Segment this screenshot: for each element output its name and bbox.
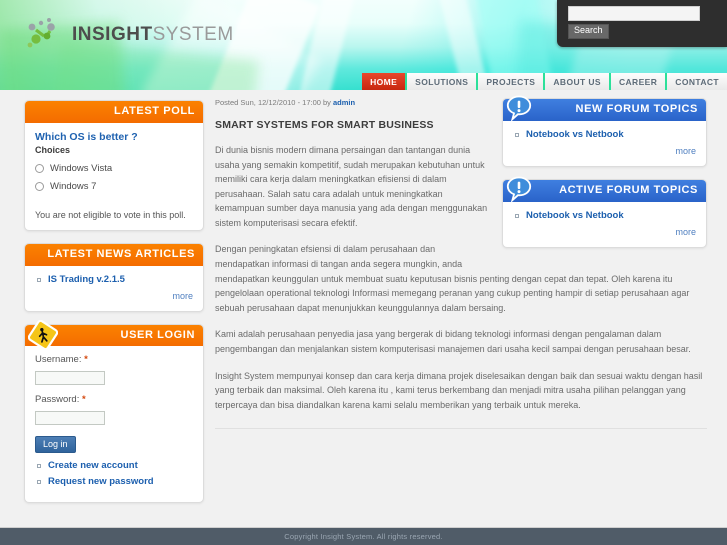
login-links: Create new account Request new password — [35, 460, 193, 487]
article-paragraph: Kami adalah perusahaan penyedia jasa yan… — [215, 329, 691, 354]
nav-item-home[interactable]: HOME — [362, 73, 406, 90]
radio-icon[interactable] — [35, 181, 44, 191]
password-input[interactable] — [35, 411, 105, 426]
content-divider — [215, 428, 707, 430]
speech-bubble-exclamation-icon — [506, 95, 532, 122]
radio-icon[interactable] — [35, 163, 44, 173]
list-item[interactable]: Create new account — [35, 460, 193, 471]
request-new-password-link[interactable]: Request new password — [48, 476, 154, 487]
list-item[interactable]: IS Trading v.2.1.5 — [35, 274, 193, 285]
latest-news-body: IS Trading v.2.1.5 more — [25, 266, 203, 311]
bullet-square-icon — [37, 464, 41, 469]
post-meta-text: Posted Sun, 12/12/2010 - 17:00 by — [215, 98, 331, 107]
forum-topic-link[interactable]: Notebook vs Netbook — [526, 129, 624, 140]
left-sidebar: LATEST POLL Which OS is better ? Choices… — [24, 100, 204, 515]
post-author-link[interactable]: admin — [333, 98, 355, 107]
list-item[interactable]: Notebook vs Netbook — [513, 129, 696, 140]
nav-item-about-us[interactable]: ABOUT US — [543, 73, 609, 90]
logo-text-primary: INSIGHT — [72, 23, 153, 45]
username-label: Username: * — [35, 354, 193, 365]
new-forum-more-link[interactable]: more — [513, 146, 696, 156]
required-mark: * — [84, 354, 88, 366]
page-body: LATEST POLL Which OS is better ? Choices… — [0, 90, 727, 527]
nav-item-contact[interactable]: CONTACT — [665, 73, 727, 90]
bullet-square-icon — [37, 277, 41, 282]
main-navigation: HOME SOLUTIONS PROJECTS ABOUT US CAREER … — [362, 73, 727, 90]
username-label-text: Username: — [35, 354, 82, 366]
latest-news-title: LATEST NEWS ARTICLES — [25, 243, 203, 266]
nav-item-projects[interactable]: PROJECTS — [476, 73, 544, 90]
new-forum-topics-body: Notebook vs Netbook more — [503, 121, 706, 166]
footer-copyright: Copyright Insight System. All rights res… — [284, 532, 443, 541]
forum-topic-link[interactable]: Notebook vs Netbook — [526, 210, 624, 221]
bullet-square-icon — [515, 132, 519, 137]
login-button[interactable]: Log in — [35, 436, 76, 454]
user-login-block: USER LOGIN Username: * Password: * Log i… — [24, 319, 204, 504]
site-header: INSIGHTSYSTEM Search HOME SOLUTIONS PROJ… — [0, 0, 727, 90]
latest-poll-block: LATEST POLL Which OS is better ? Choices… — [24, 100, 204, 231]
header-decor-streak — [288, 0, 360, 90]
poll-eligibility-note: You are not eligible to vote in this pol… — [35, 209, 186, 220]
poll-question: Which OS is better ? — [35, 130, 138, 143]
password-label: Password: * — [35, 394, 193, 405]
list-item[interactable]: Request new password — [35, 476, 193, 487]
main-content: NEW FORUM TOPICS Notebook vs Netbook mor… — [215, 95, 707, 430]
molecule-logo-icon — [24, 17, 66, 51]
username-input[interactable] — [35, 371, 105, 386]
search-input[interactable] — [568, 6, 700, 21]
latest-poll-body: Which OS is better ? Choices Windows Vis… — [25, 123, 203, 230]
poll-option-windows-7[interactable]: Windows 7 — [35, 181, 193, 192]
required-mark: * — [82, 394, 86, 406]
pedestrian-crossing-sign-icon — [27, 319, 59, 350]
bullet-square-icon — [515, 213, 519, 218]
password-label-text: Password: — [35, 394, 80, 406]
search-panel: Search — [557, 0, 727, 47]
news-more-link[interactable]: more — [35, 291, 193, 301]
nav-item-career[interactable]: CAREER — [608, 73, 666, 90]
new-forum-topics-title: NEW FORUM TOPICS — [503, 99, 706, 121]
article-paragraph: Insight System mempunyai konsep dan cara… — [215, 370, 703, 410]
new-forum-topics-block: NEW FORUM TOPICS Notebook vs Netbook mor… — [502, 95, 707, 167]
latest-news-block: LATEST NEWS ARTICLES IS Trading v.2.1.5 … — [24, 242, 204, 312]
right-sidebar: NEW FORUM TOPICS Notebook vs Netbook mor… — [502, 95, 707, 260]
site-footer: Copyright Insight System. All rights res… — [0, 527, 727, 545]
news-item-link[interactable]: IS Trading v.2.1.5 — [48, 274, 125, 285]
active-forum-topics-title: ACTIVE FORUM TOPICS — [503, 179, 706, 202]
page-root: INSIGHTSYSTEM Search HOME SOLUTIONS PROJ… — [0, 0, 727, 545]
logo-text-secondary: SYSTEM — [152, 23, 234, 45]
poll-option-label: Windows 7 — [50, 180, 97, 192]
nav-item-solutions[interactable]: SOLUTIONS — [405, 73, 477, 90]
search-button[interactable]: Search — [568, 24, 609, 39]
bullet-square-icon — [37, 480, 41, 485]
logo-wordmark: INSIGHTSYSTEM — [72, 25, 234, 44]
speech-bubble-exclamation-icon — [506, 176, 532, 203]
list-item[interactable]: Notebook vs Netbook — [513, 210, 696, 221]
active-forum-topics-body: Notebook vs Netbook more — [503, 202, 706, 247]
poll-option-windows-vista[interactable]: Windows Vista — [35, 163, 193, 174]
user-login-body: Username: * Password: * Log in Create ne… — [25, 346, 203, 502]
poll-option-label: Windows Vista — [50, 162, 113, 174]
active-forum-topics-block: ACTIVE FORUM TOPICS Notebook vs Netbook … — [502, 176, 707, 248]
site-logo[interactable]: INSIGHTSYSTEM — [24, 14, 234, 54]
create-new-account-link[interactable]: Create new account — [48, 460, 138, 471]
active-forum-more-link[interactable]: more — [513, 227, 696, 237]
latest-poll-title: LATEST POLL — [25, 101, 203, 123]
poll-choices-label: Choices — [35, 144, 71, 155]
